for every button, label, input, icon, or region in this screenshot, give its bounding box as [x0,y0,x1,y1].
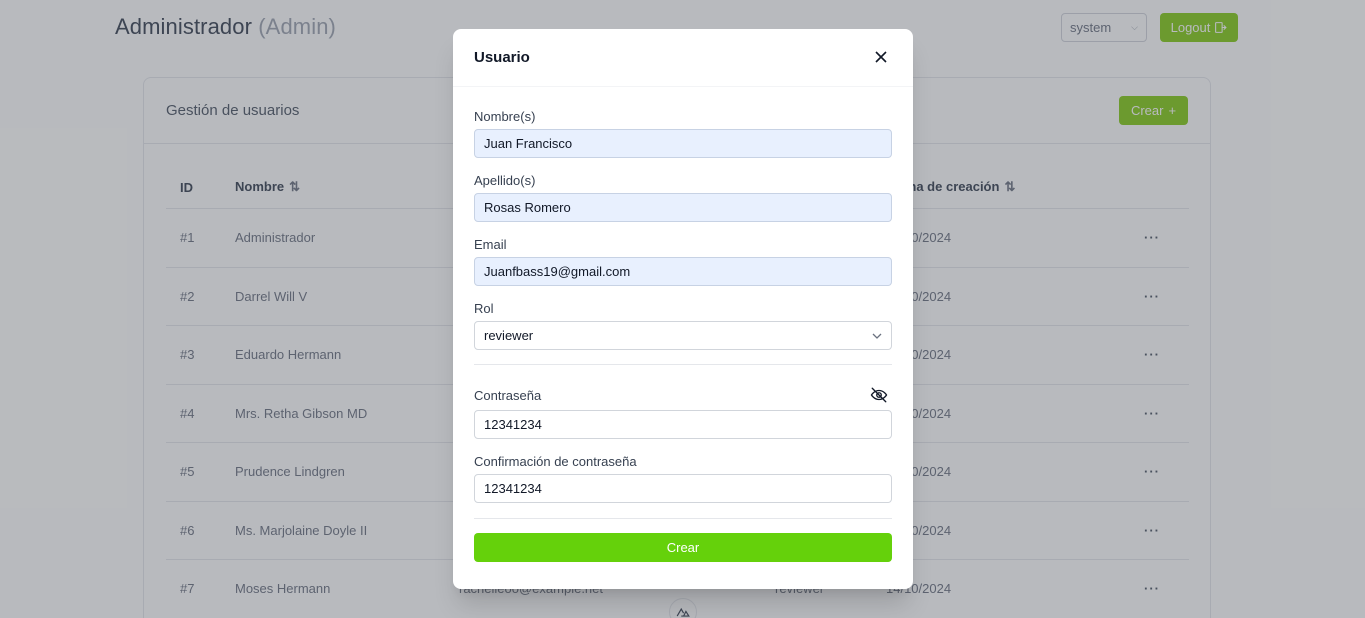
password-field: Contraseña [474,385,892,439]
rol-select-value: reviewer [484,328,534,343]
page: Administrador (Admin) system ⌵ Logout Ge… [0,0,1365,618]
apellido-label: Apellido(s) [474,173,536,188]
apellido-input[interactable] [474,193,892,222]
user-modal: Usuario Nombre(s) Apellido(s) Email [453,29,913,589]
modal-title: Usuario [474,49,530,66]
eye-off-icon [870,387,888,403]
apellido-field: Apellido(s) [474,173,892,222]
chevron-down-icon [872,333,882,339]
password-input[interactable] [474,410,892,439]
close-icon [875,50,887,63]
toggle-password-visibility-button[interactable] [869,385,889,405]
password-label-row: Contraseña [474,385,892,405]
nombre-label: Nombre(s) [474,109,536,124]
modal-body: Nombre(s) Apellido(s) Email Rol reviewer [453,87,913,562]
modal-header: Usuario [453,29,913,87]
password-label: Contraseña [474,387,542,403]
email-label: Email [474,237,507,252]
rol-label: Rol [474,301,494,316]
nombre-field: Nombre(s) [474,109,892,158]
divider [474,518,892,519]
email-field: Email [474,237,892,286]
confirm-password-input[interactable] [474,474,892,503]
email-input[interactable] [474,257,892,286]
rol-field: Rol reviewer [474,301,892,350]
confirm-password-label: Confirmación de contraseña [474,454,637,469]
nombre-input[interactable] [474,129,892,158]
rol-select[interactable]: reviewer [474,321,892,350]
close-button[interactable] [870,47,892,69]
submit-create-button[interactable]: Crear [474,533,892,562]
confirm-password-field: Confirmación de contraseña [474,454,892,503]
divider [474,364,892,365]
